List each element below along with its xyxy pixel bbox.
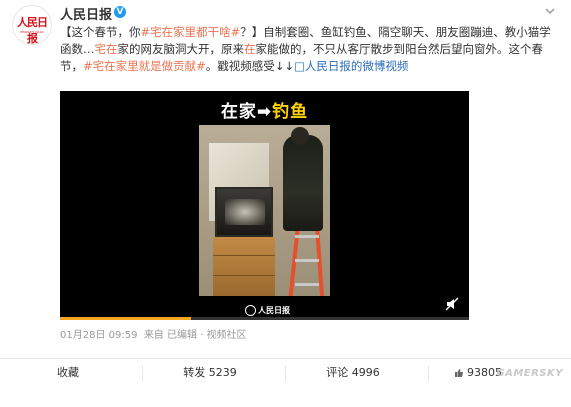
thumbs-up-icon xyxy=(455,369,463,377)
cabinet-line xyxy=(213,255,275,256)
avatar-logo-subtext: PEOPLE'S DAILY xyxy=(20,30,44,34)
post-meta: 01月28日 09:59 来自 已编辑 · 视频社区 xyxy=(60,326,247,341)
post-link[interactable]: #宅在家里都干啥# xyxy=(141,25,241,39)
favorite-label: 收藏 xyxy=(57,366,79,379)
favorite-button[interactable]: 收藏 xyxy=(0,359,136,387)
cabinet-line xyxy=(213,275,275,276)
video-frame xyxy=(199,125,330,296)
mute-icon[interactable] xyxy=(445,296,459,311)
post-link[interactable]: 宅在 xyxy=(95,42,118,56)
action-bar: 收藏 转发 5239 评论 4996 93805 xyxy=(0,358,571,386)
weibo-post-card: 人民日报 PEOPLE'S DAILY 人民日报 V 【这个春节，你#宅在家里都… xyxy=(0,0,571,407)
person-head xyxy=(291,127,309,145)
verified-badge-icon: V xyxy=(114,6,126,18)
comment-button[interactable]: 评论 4996 xyxy=(285,359,421,387)
cabinet xyxy=(213,237,275,296)
post-link[interactable]: #宅在家里就是做贡献# xyxy=(83,59,206,73)
ladder-step xyxy=(295,235,319,238)
video-caption-prefix: 在家 xyxy=(220,102,257,122)
person-figure xyxy=(283,135,323,231)
video-logo: 人民日报 xyxy=(245,305,290,316)
avatar[interactable]: 人民日报 PEOPLE'S DAILY xyxy=(12,5,52,45)
post-link[interactable]: □人民日报的微博视频 xyxy=(294,59,408,73)
video-caption-suffix: 钓鱼 xyxy=(272,102,309,122)
ladder-step xyxy=(295,283,319,286)
repost-label: 转发 5239 xyxy=(183,366,237,379)
post-text-segment: 家的网友脑洞大开，原来 xyxy=(117,42,245,56)
ladder-step xyxy=(295,259,319,262)
repost-button[interactable]: 转发 5239 xyxy=(142,359,278,387)
fish-tank xyxy=(215,187,273,237)
video-progress-fill xyxy=(60,317,191,320)
post-text-segment: 。戳视频感受↓↓ xyxy=(205,59,295,73)
video-player[interactable]: 在家➡钓鱼 人民日报 xyxy=(60,91,469,320)
comment-label: 评论 4996 xyxy=(326,366,380,379)
video-caption: 在家➡钓鱼 xyxy=(60,97,469,122)
post-text: 【这个春节，你#宅在家里都干啥#？】自制套圈、鱼缸钓鱼、隔空聊天、朋友圈蹦迪、教… xyxy=(60,24,554,75)
tank-glow xyxy=(225,199,265,225)
video-logo-text: 人民日报 xyxy=(258,306,290,315)
post-text-segment: 【这个春节，你 xyxy=(60,25,141,39)
logo-icon xyxy=(245,305,256,316)
chevron-down-icon[interactable] xyxy=(543,5,557,19)
post-link[interactable]: 在 xyxy=(244,42,256,56)
post-timestamp[interactable]: 01月28日 09:59 xyxy=(60,330,137,341)
video-progress-bar[interactable] xyxy=(60,317,469,320)
account-name[interactable]: 人民日报 xyxy=(60,4,112,23)
watermark-logo: GAMERSKY xyxy=(496,368,563,379)
post-source: 来自 已编辑 · 视频社区 xyxy=(143,330,247,341)
arrow-icon: ➡ xyxy=(256,102,273,122)
